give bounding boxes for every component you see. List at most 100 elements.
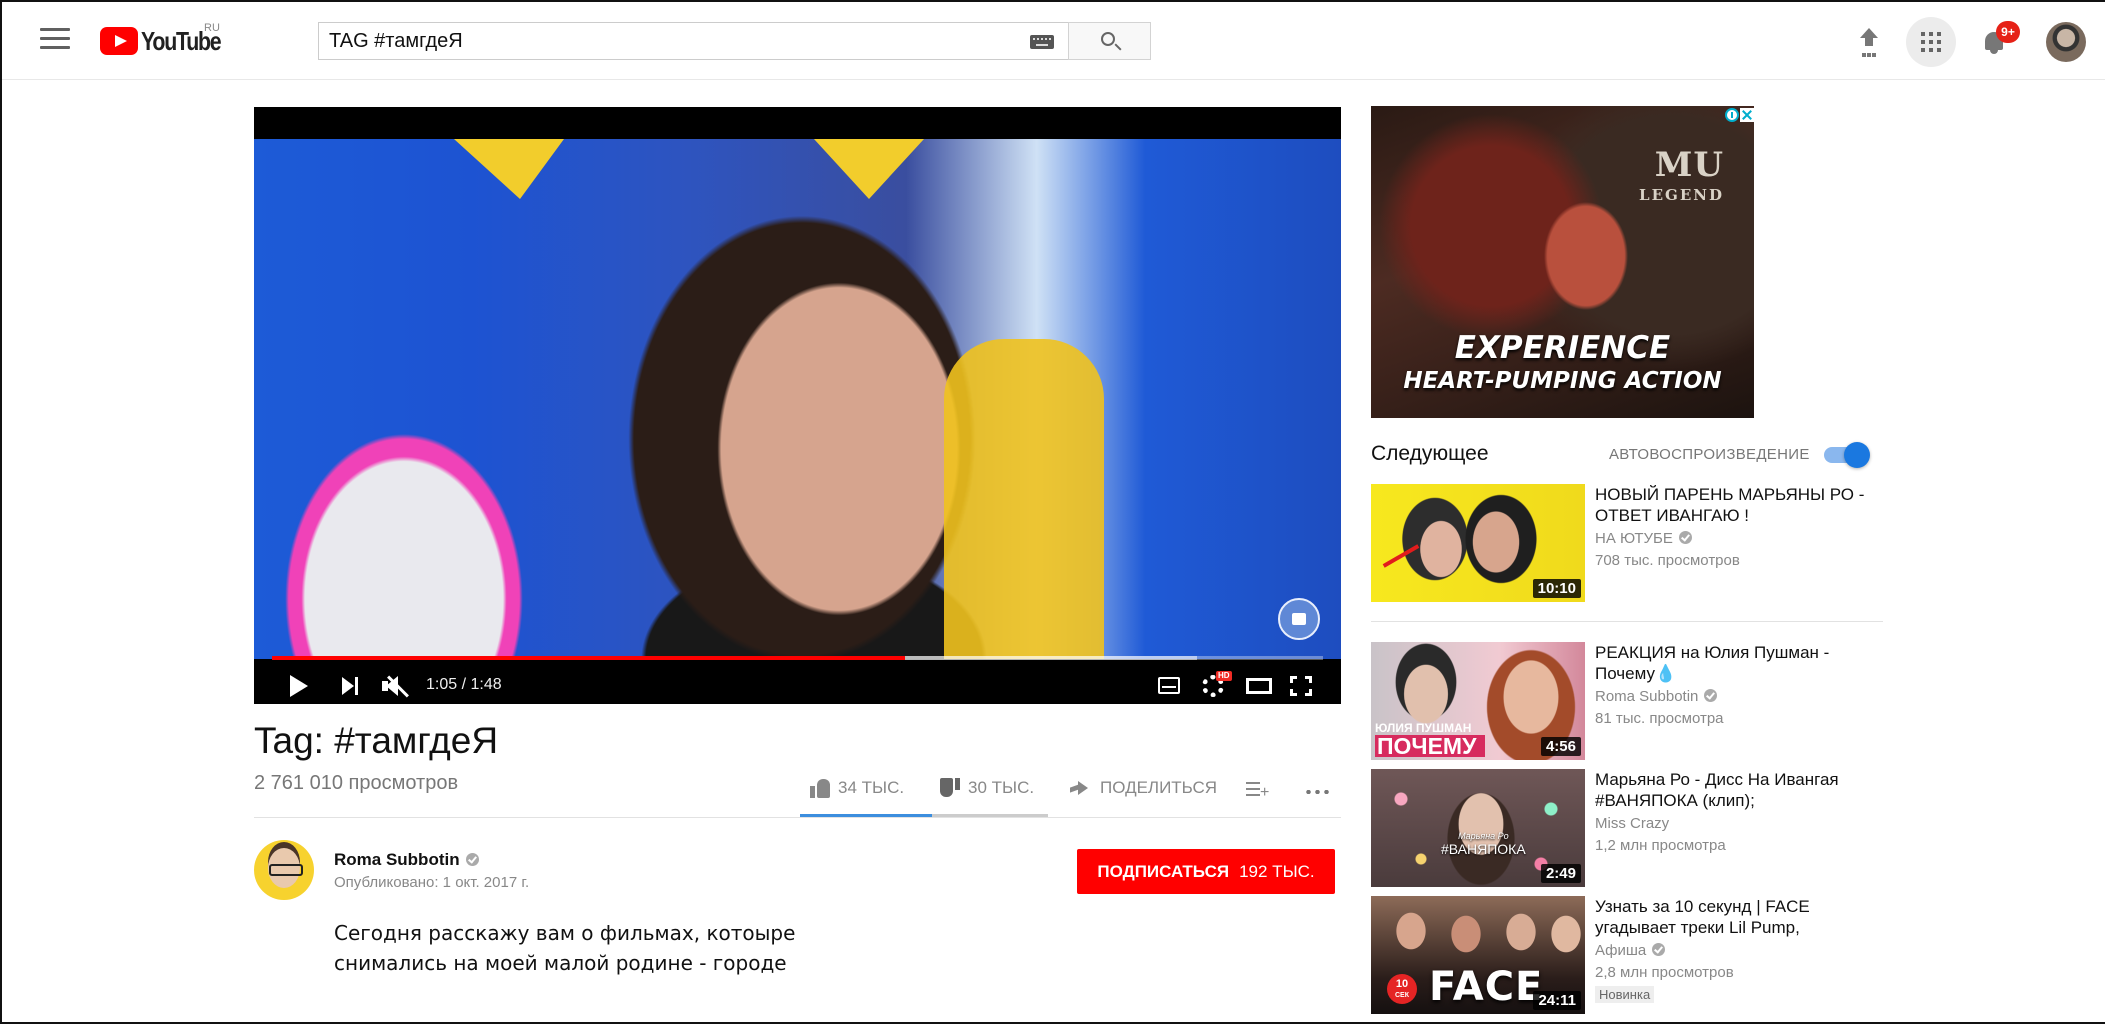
video-thumbnail[interactable]: Марьяна Ро #ВАНЯПОКА 2:49: [1371, 769, 1585, 887]
search-icon: [1101, 32, 1115, 46]
time-display: 1:05 / 1:48: [426, 676, 502, 693]
notification-badge: 9+: [1996, 21, 2020, 43]
upload-icon[interactable]: [1858, 28, 1880, 54]
youtube-play-icon: [100, 27, 138, 55]
apps-icon: [1921, 32, 1941, 52]
like-count: 34 ТЫС.: [838, 778, 905, 797]
ad-banner[interactable]: MU LEGEND EXPERIENCE HEART-PUMPING ACTION: [1371, 106, 1754, 418]
add-to-playlist-icon[interactable]: [1246, 782, 1269, 801]
video-thumbnail[interactable]: 10:10: [1371, 484, 1585, 602]
divider: [254, 817, 1341, 818]
fullscreen-icon[interactable]: [1290, 676, 1312, 696]
recommendation-views: 81 тыс. просмотра: [1595, 710, 1724, 727]
duration-badge: 4:56: [1540, 737, 1581, 756]
thumbnail-caption: Марьяна Ро #ВАНЯПОКА: [1441, 831, 1526, 857]
thumbnail-timer-badge: 10 СЕК: [1387, 974, 1417, 1004]
channel-name-text: Roma Subbotin: [334, 850, 460, 869]
theater-mode-icon[interactable]: [1246, 678, 1272, 694]
masthead: YouTube RU 9+: [0, 0, 2105, 80]
thumbnail-caption-text: #ВАНЯПОКА: [1441, 841, 1526, 857]
thumbnail-chip-unit: СЕК: [1395, 992, 1409, 999]
recommendation-views: 2,8 млн просмотров: [1595, 964, 1734, 981]
share-label: ПОДЕЛИТЬСЯ: [1100, 778, 1218, 797]
recommendation-title[interactable]: Узнать за 10 секунд | FACE угадывает тре…: [1595, 896, 1865, 938]
subtitles-icon[interactable]: [1158, 677, 1180, 694]
recommendation-views: 708 тыс. просмотров: [1595, 552, 1740, 569]
thumbnail-caption-small: Марьяна Ро: [1458, 831, 1509, 841]
duration-badge: 2:49: [1540, 864, 1581, 883]
channel-label: Афиша: [1595, 942, 1647, 959]
verified-icon: [465, 853, 479, 866]
video-frame[interactable]: [254, 139, 1341, 659]
recommendation-title[interactable]: Марьяна Ро - Дисс На Ивангая #ВАНЯПОКА (…: [1595, 769, 1865, 811]
verified-icon: [1704, 689, 1718, 702]
channel-label: Roma Subbotin: [1595, 688, 1699, 705]
menu-icon[interactable]: [40, 28, 70, 52]
search-button[interactable]: [1068, 22, 1151, 60]
dislike-button[interactable]: 30 ТЫС.: [940, 778, 1034, 798]
keyboard-icon[interactable]: [1030, 35, 1054, 49]
apps-button[interactable]: [1906, 17, 1956, 67]
recommendation-channel: Miss Crazy: [1595, 815, 1670, 832]
channel-avatar[interactable]: [254, 840, 314, 900]
video-title: Tag: #тамгдеЯ: [254, 720, 499, 761]
recommendation-title[interactable]: НОВЫЙ ПАРЕНЬ МАРЬЯНЫ РО - ОТВЕТ ИВАНГАЮ …: [1595, 484, 1865, 526]
divider: [1371, 621, 1883, 622]
ad-info-icon[interactable]: [1725, 108, 1739, 122]
more-actions-icon[interactable]: [1304, 790, 1330, 794]
recommendation-item[interactable]: 10 СЕК FACE 24:11 Узнать за 10 секунд | F…: [1371, 896, 1871, 1014]
search-input[interactable]: [319, 23, 1019, 59]
recommendation-channel: Афиша: [1595, 942, 1666, 959]
duration-badge: 24:11: [1533, 991, 1581, 1010]
subscribe-label: ПОДПИСАТЬСЯ: [1097, 861, 1230, 881]
description-line: снимались на моей малой родине - городе: [334, 951, 787, 975]
publish-date: Опубликовано: 1 окт. 2017 г.: [334, 874, 530, 891]
video-description: Сегодня расскажу вам о фильмах, котоыре …: [334, 918, 894, 978]
ad-game-logo: MU LEGEND: [1639, 148, 1724, 210]
thumbs-up-overlay-icon[interactable]: [1278, 598, 1320, 640]
video-player[interactable]: 1:05 / 1:48 HD: [254, 107, 1341, 704]
search-box: [318, 22, 1068, 60]
ad-headline: EXPERIENCE: [1454, 330, 1671, 366]
gaming-chair: [944, 339, 1104, 659]
cat-ear-right: [814, 139, 924, 199]
thumbnail-caption: FACE: [1429, 964, 1544, 1010]
progress-bar[interactable]: [272, 656, 1323, 660]
account-avatar[interactable]: [2046, 22, 2086, 62]
ad-subline: HEART-PUMPING ACTION: [1403, 368, 1722, 394]
view-count: 2 761 010 просмотров: [254, 772, 459, 794]
thumbs-up-icon: [810, 779, 830, 798]
subscriber-count: 192 ТЫС.: [1239, 861, 1315, 881]
subscribe-button[interactable]: ПОДПИСАТЬСЯ 192 ТЫС.: [1077, 849, 1335, 894]
ad-close-icon[interactable]: [1740, 108, 1754, 122]
recommendation-title[interactable]: РЕАКЦИЯ на Юлия Пушман - Почему💧: [1595, 642, 1865, 684]
dislike-count: 30 ТЫС.: [968, 778, 1035, 797]
thumbnail-chip-number: 10: [1395, 978, 1409, 990]
share-button[interactable]: ПОДЕЛИТЬСЯ: [1070, 778, 1217, 798]
thumbnail-caption-big: ПОЧЕМУ: [1375, 735, 1485, 758]
video-thumbnail[interactable]: 10 СЕК FACE 24:11: [1371, 896, 1585, 1014]
duration-badge: 10:10: [1532, 579, 1581, 598]
recommendation-channel: НА ЮТУБЕ: [1595, 530, 1692, 547]
channel-name[interactable]: Roma Subbotin: [334, 850, 479, 870]
like-button[interactable]: 34 ТЫС.: [810, 778, 904, 798]
recommendation-views: 1,2 млн просмотра: [1595, 837, 1726, 854]
description-line: Сегодня расскажу вам о фильмах, котоыре: [334, 921, 796, 945]
autoplay-toggle[interactable]: [1824, 442, 1870, 468]
autoplay-label: АВТОВОСПРОИЗВЕДЕНИЕ: [1609, 446, 1810, 463]
verified-icon: [1652, 943, 1666, 956]
play-icon[interactable]: [290, 675, 308, 697]
video-thumbnail[interactable]: ЮЛИЯ ПУШМАН ПОЧЕМУ 4:56: [1371, 642, 1585, 760]
next-icon[interactable]: [342, 677, 360, 695]
thumbs-down-icon: [940, 779, 960, 797]
progress-played: [272, 656, 905, 660]
recommendation-item[interactable]: ЮЛИЯ ПУШМАН ПОЧЕМУ 4:56 РЕАКЦИЯ на Юлия П…: [1371, 642, 1871, 760]
recommendation-item[interactable]: Марьяна Ро #ВАНЯПОКА 2:49 Марьяна Ро - Ди…: [1371, 769, 1871, 887]
recommendation-item[interactable]: 10:10 НОВЫЙ ПАРЕНЬ МАРЬЯНЫ РО - ОТВЕТ ИВ…: [1371, 484, 1871, 602]
share-icon: [1070, 781, 1088, 795]
recommendation-channel: Roma Subbotin: [1595, 688, 1718, 705]
cat-ear-left: [454, 139, 564, 199]
youtube-logo[interactable]: YouTube RU: [100, 22, 238, 56]
ad-logo-text: MU: [1654, 145, 1724, 185]
verified-icon: [1678, 531, 1692, 544]
